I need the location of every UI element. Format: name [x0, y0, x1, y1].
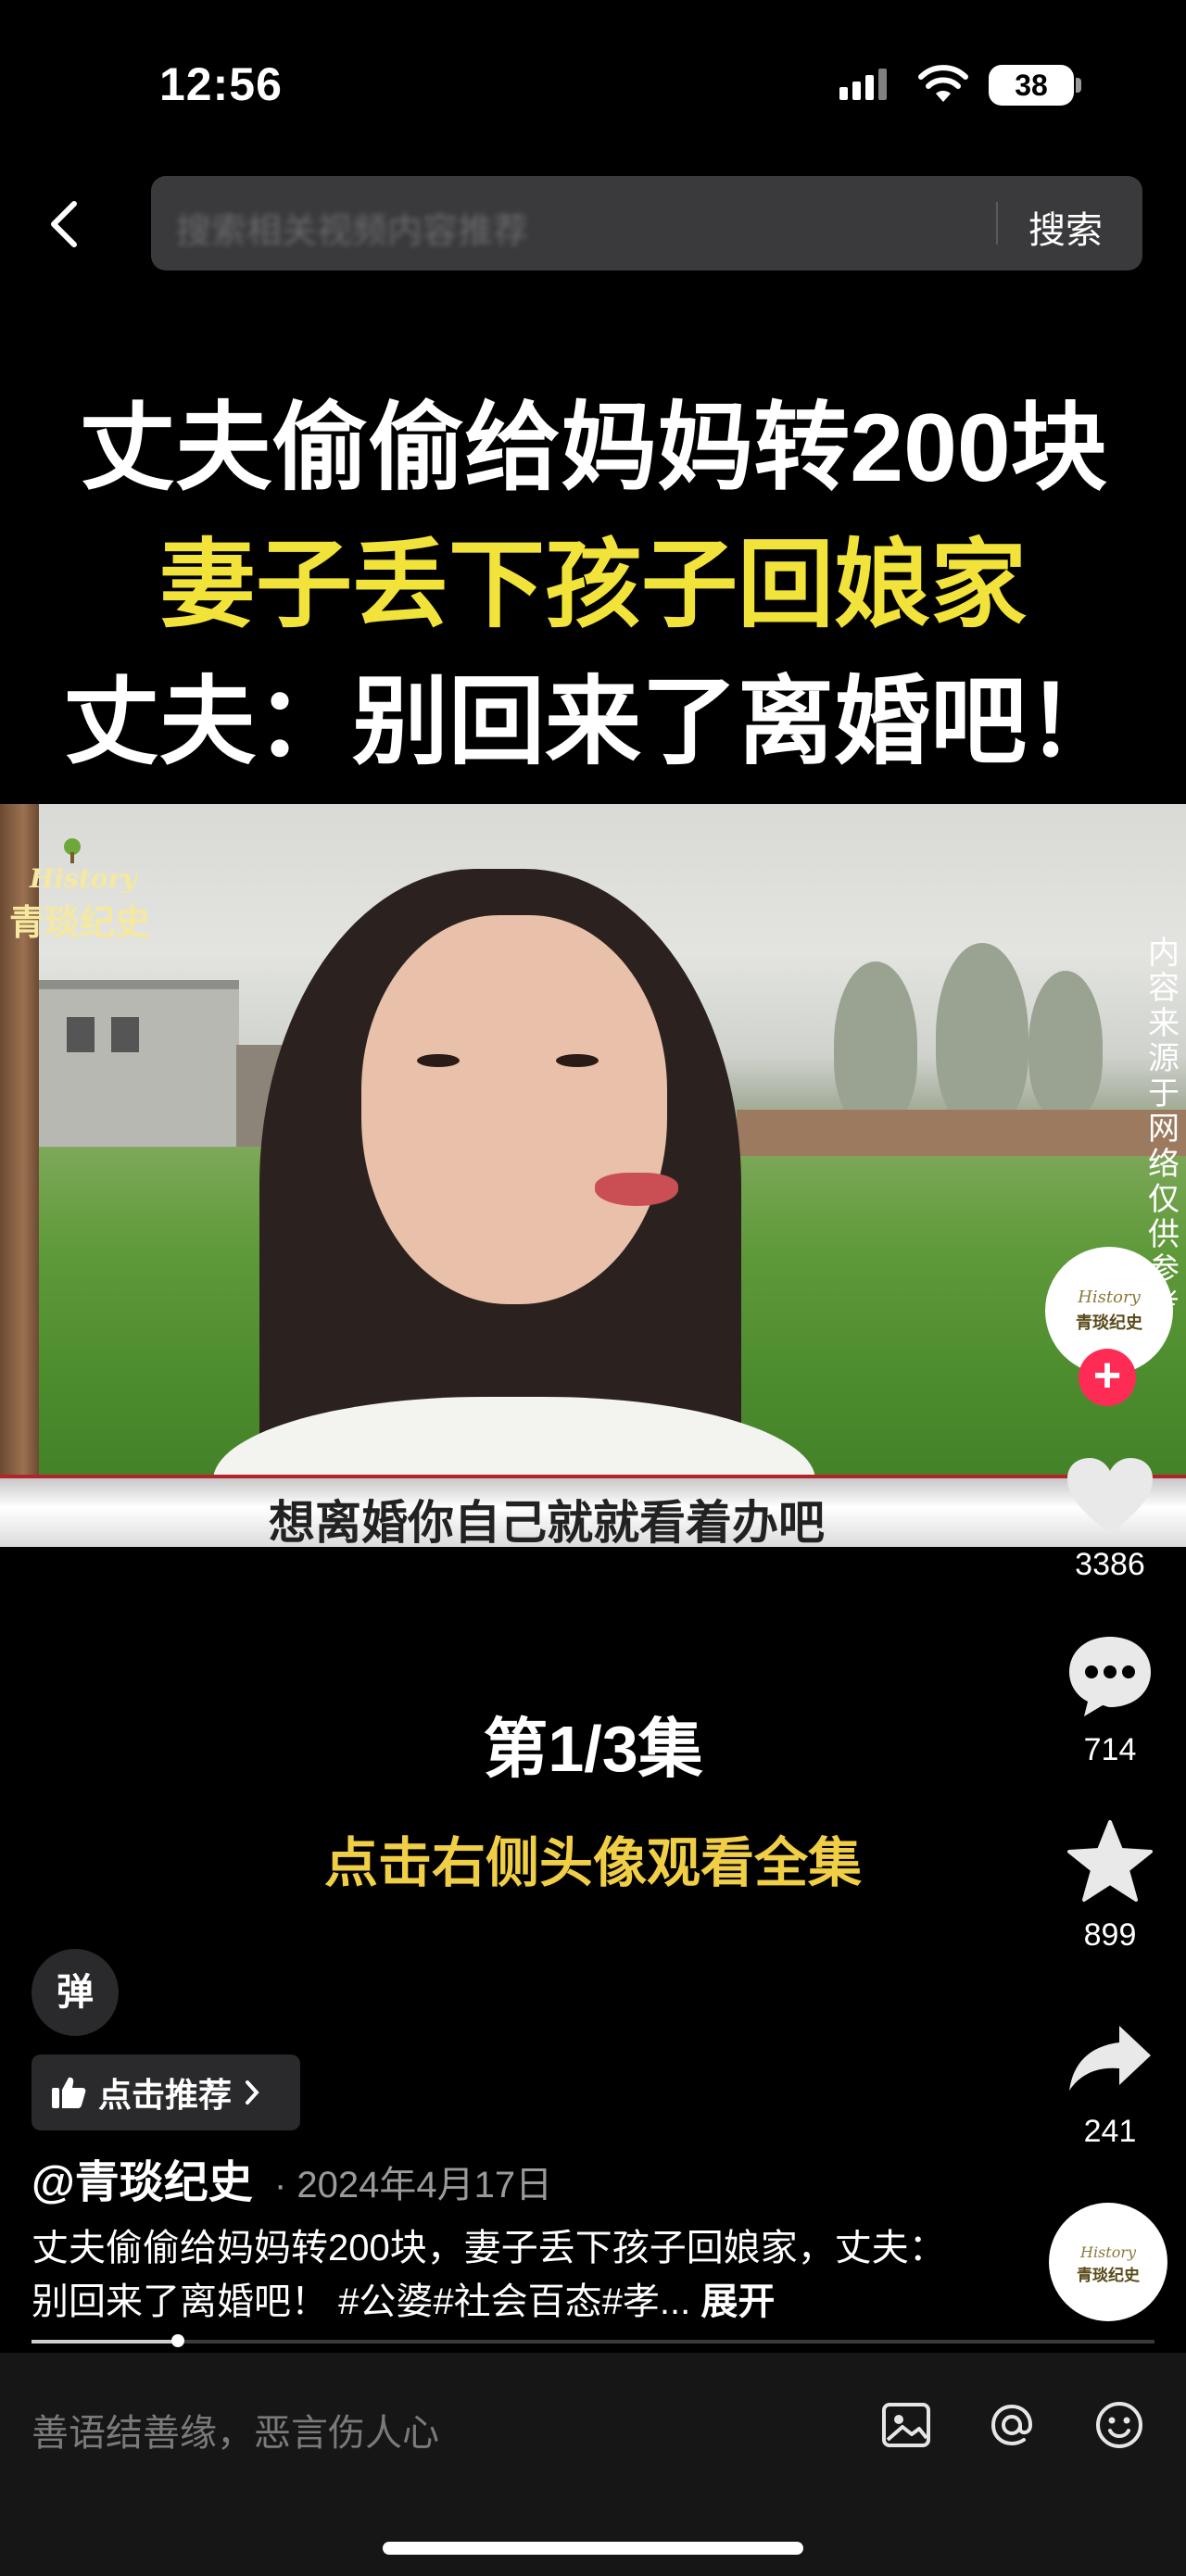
playback-progress-track[interactable] [32, 2340, 1154, 2344]
comment-button[interactable] [1054, 1625, 1166, 1727]
comment-count: 714 [1083, 1732, 1137, 1767]
music-disc-avatar[interactable]: History 青琰纪史 [1049, 2203, 1167, 2321]
recommend-button[interactable]: 点击推荐 [32, 2055, 300, 2130]
favorite-count: 899 [1083, 1917, 1137, 1953]
star-icon [1067, 1820, 1153, 1902]
back-icon[interactable] [37, 196, 93, 252]
recommend-label: 点击推荐 [98, 2076, 233, 2114]
video-frame[interactable]: History 青琰纪史 想离婚你自己就就看着办吧 [0, 804, 1186, 1547]
person-mouth [595, 1173, 678, 1206]
disc-text-en: History [1079, 2243, 1137, 2261]
post-date: · 2024年4月17日 [274, 2165, 553, 2205]
description-text: 丈夫偷偷给妈妈转200块，妻子丢下孩子回娘家，丈夫：别回来了离婚吧！ #公婆#社… [32, 2228, 946, 2322]
home-indicator [383, 2542, 803, 2555]
heart-icon [1067, 1458, 1153, 1534]
background-tree [936, 943, 1028, 1128]
avatar-text-cn: 青琰纪史 [1076, 1313, 1142, 1332]
person-face [361, 915, 667, 1304]
video-description[interactable]: 丈夫偷偷给妈妈转200块，妻子丢下孩子回娘家，丈夫：别回来了离婚吧！ #公婆#社… [32, 2221, 958, 2329]
share-button[interactable] [1054, 2006, 1166, 2108]
emoji-icon[interactable] [1090, 2395, 1149, 2455]
favorite-button[interactable] [1054, 1810, 1166, 1912]
mention-icon[interactable] [982, 2395, 1041, 2455]
background-house [35, 989, 239, 1147]
title-line-3: 丈夫：别回来了离婚吧！ [62, 669, 1123, 776]
cellular-signal-icon [839, 69, 887, 100]
episode-hint[interactable]: 点击右侧头像观看全集 [0, 1819, 1186, 1897]
background-brick-wall [737, 1110, 1186, 1156]
danmu-toggle-button[interactable]: 弹 [32, 1949, 119, 2036]
playback-progress-handle[interactable] [170, 2334, 184, 2347]
like-button[interactable] [1054, 1445, 1166, 1547]
comment-icon [1069, 1637, 1151, 1716]
video-caption: 想离婚你自己就就看着办吧 [269, 1497, 825, 1547]
search-button[interactable]: 搜索 [1028, 200, 1103, 254]
background-tree [1028, 971, 1103, 1119]
share-count: 241 [1083, 2114, 1137, 2149]
title-line-1: 丈夫偷偷给妈妈转200块 [79, 395, 1107, 502]
search-placeholder: 搜索相关视频内容推荐 [176, 212, 529, 251]
watermark-cn: 青琰纪史 [9, 904, 151, 943]
expand-link[interactable]: 展开 [700, 2281, 775, 2322]
follow-button[interactable]: + [1079, 1349, 1136, 1406]
like-count: 3386 [1075, 1547, 1145, 1582]
comment-input[interactable]: 善语结善缘，恶言伤人心 [32, 2403, 439, 2457]
background-tree [834, 961, 917, 1128]
watermark-en: History [30, 863, 137, 894]
title-line-2: 妻子丢下孩子回娘家 [158, 532, 1027, 639]
battery-indicator: 38 [989, 65, 1074, 106]
image-icon[interactable] [877, 2395, 936, 2455]
episode-label[interactable]: 第1/3集 [0, 1697, 1186, 1791]
status-time: 12:56 [159, 58, 283, 110]
disc-text-cn: 青琰纪史 [1077, 2267, 1140, 2284]
thumbs-up-icon [52, 2077, 86, 2108]
avatar-text-en: History [1078, 1288, 1141, 1307]
search-divider [996, 202, 998, 245]
share-arrow-icon [1069, 2026, 1151, 2091]
chevron-right-icon [246, 2080, 259, 2105]
author-name[interactable]: @青琰纪史 [32, 2145, 253, 2210]
playback-progress-fill [32, 2340, 178, 2344]
battery-cap [1076, 78, 1081, 93]
channel-watermark: History 青琰纪史 [9, 832, 150, 945]
wifi-icon [918, 65, 968, 102]
